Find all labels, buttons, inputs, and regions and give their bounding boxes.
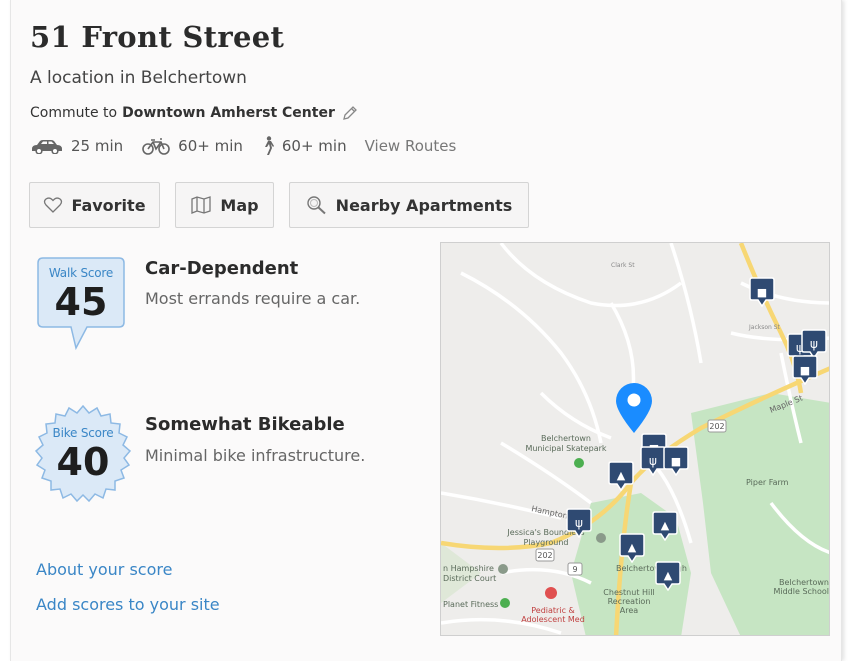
commute-mode-walk: 60+ min — [261, 136, 347, 156]
park-marker-icon[interactable] — [574, 458, 584, 468]
map-icon — [191, 196, 212, 214]
location-subtitle: A location in Belchertown — [30, 68, 247, 88]
svg-text:■: ■ — [671, 455, 681, 468]
route-202-shield-2: 202 — [537, 551, 552, 560]
add-scores-link[interactable]: Add scores to your site — [36, 595, 220, 614]
poi-shopping-icon[interactable]: ■ — [749, 277, 775, 307]
walk-score-title: Car-Dependent — [145, 258, 299, 279]
svg-text:■: ■ — [757, 286, 767, 299]
map-label-piper-farm: Piper Farm — [746, 478, 789, 487]
map-label-pediatric-1: Pediatric & — [531, 606, 575, 615]
location-map[interactable]: 202 202 9 Maple St Hampton Rd Clark St J… — [440, 242, 830, 636]
map-button[interactable]: Map — [175, 182, 274, 228]
map-label-clark-st: Clark St — [611, 262, 635, 269]
walkscore-card: 51 Front Street A location in Belchertow… — [10, 0, 842, 661]
map-label-skatepark-2: Municipal Skatepark — [525, 444, 606, 453]
bike-badge-label: Bike Score — [52, 426, 114, 440]
map-label-skatepark-1: Belchertown — [541, 434, 591, 443]
bike-score-description: Minimal bike infrastructure. — [145, 446, 366, 465]
svg-text:▲: ▲ — [628, 541, 637, 554]
svg-text:▲: ▲ — [661, 519, 670, 532]
map-label-pediatric-2: Adolescent Med — [521, 615, 585, 624]
map-label-chestnut-2: Recreation — [608, 597, 651, 606]
bike-score-number: 40 — [56, 440, 110, 484]
walk-time: 60+ min — [281, 137, 347, 155]
map-label-court-2: District Court — [443, 574, 496, 583]
commute-mode-bike: 60+ min — [141, 137, 243, 155]
route-202-shield: 202 — [709, 422, 724, 431]
map-label-chestnut-1: Chestnut Hill — [603, 588, 654, 597]
bike-score-title: Somewhat Bikeable — [145, 414, 345, 435]
green-strip — [441, 543, 481, 603]
car-icon — [32, 140, 62, 154]
car-time: 25 min — [71, 137, 124, 155]
route-9-shield: 9 — [572, 565, 577, 574]
walk-icon — [264, 136, 274, 155]
map-label-middle-2: Middle School — [773, 587, 829, 596]
map-label-jackson-st: Jackson St — [748, 324, 781, 331]
fitness-marker-icon[interactable] — [500, 598, 510, 608]
bike-time: 60+ min — [178, 137, 243, 155]
bike-score-badge[interactable]: Bike Score 40 — [33, 404, 133, 504]
nearby-label: Nearby Apartments — [335, 195, 513, 215]
walk-score-number: 45 — [54, 280, 108, 324]
page-title: 51 Front Street — [30, 20, 285, 54]
location-pin-icon[interactable] — [616, 383, 652, 433]
medical-marker-icon[interactable] — [545, 587, 557, 599]
svg-text:ψ: ψ — [649, 454, 657, 468]
playground-marker-icon[interactable] — [596, 533, 606, 543]
map-label-playground-2: Playground — [524, 538, 569, 547]
svg-text:▲: ▲ — [664, 569, 673, 582]
walk-badge-label: Walk Score — [48, 266, 114, 280]
svg-text:ψ: ψ — [810, 337, 818, 351]
commute-row: Commute to Downtown Amherst Center — [30, 104, 359, 122]
map-canvas[interactable]: 202 202 9 Maple St Hampton Rd Clark St J… — [441, 243, 830, 636]
svg-text:ψ: ψ — [575, 516, 583, 530]
map-label-chestnut-3: Area — [620, 606, 639, 615]
walk-score-description: Most errands require a car. — [145, 289, 361, 308]
svg-text:■: ■ — [800, 364, 810, 377]
pencil-icon[interactable] — [341, 104, 359, 122]
commute-modes: 25 min 60+ min 60+ min View Routes — [30, 134, 456, 158]
commute-destination[interactable]: Downtown Amherst Center — [122, 105, 335, 121]
map-label-fitness: Planet Fitness — [443, 600, 498, 609]
about-score-link[interactable]: About your score — [36, 560, 172, 579]
nearby-apartments-button[interactable]: Nearby Apartments — [289, 182, 529, 228]
court-marker-icon[interactable] — [498, 564, 508, 574]
favorite-label: Favorite — [71, 195, 146, 215]
commute-prefix: Commute to — [30, 105, 118, 121]
map-label-middle-1: Belchertown — [779, 578, 829, 587]
favorite-button[interactable]: Favorite — [29, 182, 160, 228]
bike-icon — [142, 138, 170, 155]
svg-text:▲: ▲ — [617, 469, 626, 482]
map-label: Map — [220, 195, 259, 215]
poi-shopping-icon-4[interactable]: ■ — [663, 446, 689, 476]
search-icon — [306, 196, 326, 215]
walk-score-badge[interactable]: Walk Score 45 — [35, 256, 127, 352]
commute-mode-car: 25 min — [30, 137, 123, 155]
view-routes-link[interactable]: View Routes — [365, 137, 457, 155]
map-label-court-1: n Hampshire — [443, 564, 494, 573]
heart-icon — [44, 197, 63, 213]
